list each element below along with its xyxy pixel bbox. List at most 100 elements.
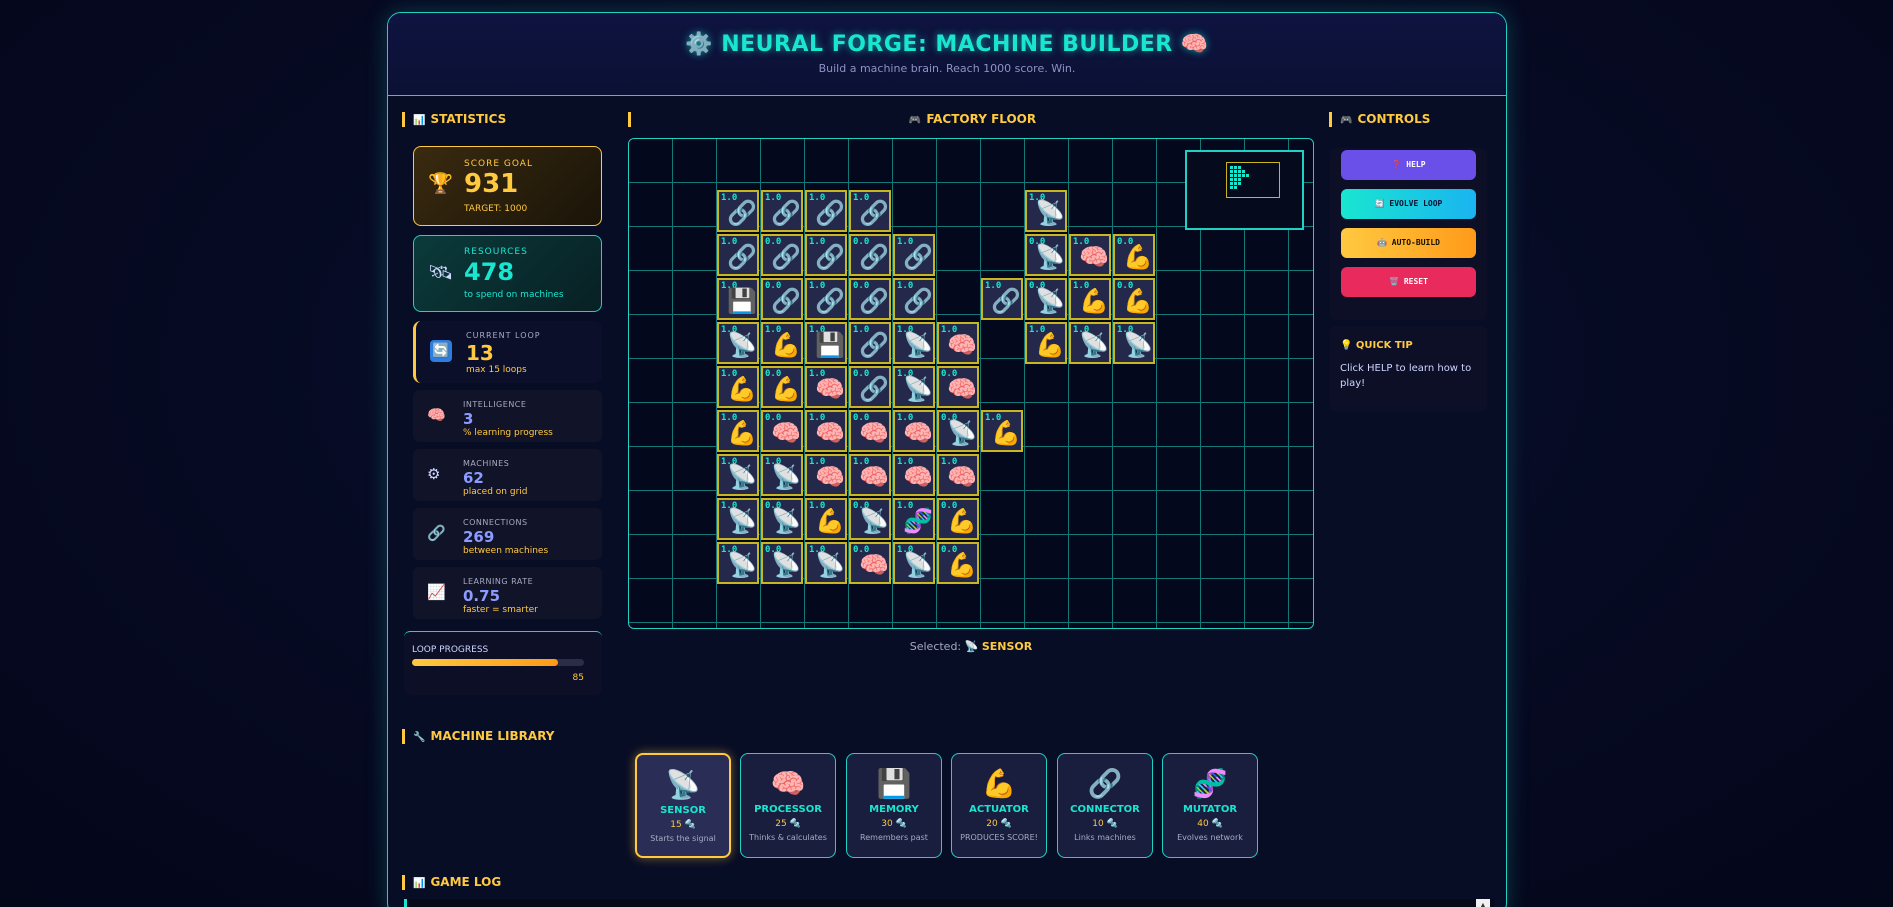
chart-icon: 📊 (413, 115, 426, 126)
grid-machine-sensor[interactable]: 1.0 📡 (893, 322, 935, 364)
grid-machine-memory[interactable]: 1.0 💾 (805, 322, 847, 364)
grid-machine-sensor[interactable]: 0.0 📡 (937, 410, 979, 452)
grid-machine-connector[interactable]: 1.0 🔗 (805, 190, 847, 232)
grid-machine-processor[interactable]: 1.0 🧠 (805, 410, 847, 452)
sensor-icon: 📡 (771, 507, 801, 535)
grid-machine-sensor[interactable]: 0.0 📡 (761, 542, 803, 584)
processor-icon: 🧠 (947, 375, 977, 403)
grid-machine-sensor[interactable]: 1.0 📡 (1113, 322, 1155, 364)
library-connector[interactable]: 🔗 CONNECTOR 10 🔩 Links machines (1057, 753, 1153, 858)
reset-button[interactable]: 🗑️ RESET (1341, 267, 1476, 297)
grid-machine-actuator[interactable]: 1.0 💪 (805, 498, 847, 540)
grid-machine-actuator[interactable]: 0.0 💪 (937, 542, 979, 584)
library-mutator-name: MUTATOR (1182, 804, 1238, 815)
grid-machine-connector[interactable]: 0.0 🔗 (849, 278, 891, 320)
grid-machine-processor[interactable]: 1.0 🧠 (893, 410, 935, 452)
grid-machine-connector[interactable]: 1.0 🔗 (893, 234, 935, 276)
grid-machine-connector[interactable]: 1.0 🔗 (805, 234, 847, 276)
grid-machine-processor[interactable]: 1.0 🧠 (937, 322, 979, 364)
grid-machine-actuator[interactable]: 1.0 💪 (1025, 322, 1067, 364)
library-sensor[interactable]: 📡 SENSOR 15 🔩 Starts the signal (635, 753, 731, 858)
grid-machine-processor[interactable]: 0.0 🧠 (849, 542, 891, 584)
sensor-icon: 📡 (727, 551, 757, 579)
evolve-loop-button[interactable]: 🔄 EVOLVE LOOP (1341, 189, 1476, 219)
grid-machine-sensor[interactable]: 1.0 📡 (805, 542, 847, 584)
intelligence-sub: % learning progress (463, 428, 553, 438)
minimap-dot (1234, 182, 1237, 185)
minimap-dot (1230, 170, 1233, 173)
grid-machine-processor[interactable]: 1.0 🧠 (805, 366, 847, 408)
minimap-dot (1242, 174, 1245, 177)
grid-machine-sensor[interactable]: 1.0 📡 (717, 454, 759, 496)
minimap[interactable] (1185, 150, 1304, 230)
minimap-viewport[interactable] (1226, 162, 1280, 198)
grid-machine-sensor[interactable]: 0.0 📡 (1025, 278, 1067, 320)
grid-machine-processor[interactable]: 1.0 🧠 (893, 454, 935, 496)
grid-machine-processor[interactable]: 0.0 🧠 (937, 366, 979, 408)
chart-up-icon: 📈 (427, 583, 446, 601)
grid-machine-sensor[interactable]: 1.0 📡 (1025, 190, 1067, 232)
tip-heading: 💡 QUICK TIP (1340, 340, 1413, 351)
grid-machine-actuator[interactable]: 1.0 💪 (981, 410, 1023, 452)
grid-machine-actuator[interactable]: 0.0 💪 (1113, 234, 1155, 276)
link-icon: 🔗 (1087, 767, 1123, 800)
intelligence-value: 3 (463, 410, 474, 428)
grid-machine-connector[interactable]: 1.0 🔗 (805, 278, 847, 320)
grid-machine-connector[interactable]: 0.0 🔗 (761, 278, 803, 320)
grid-machine-actuator[interactable]: 1.0 💪 (717, 366, 759, 408)
grid-machine-connector[interactable]: 1.0 🔗 (717, 190, 759, 232)
grid-machine-actuator[interactable]: 0.0 💪 (937, 498, 979, 540)
grid-machine-actuator[interactable]: 0.0 💪 (1113, 278, 1155, 320)
grid-machine-connector[interactable]: 1.0 🔗 (849, 322, 891, 364)
library-memory-cost: 30 🔩 (881, 819, 907, 829)
grid-machine-sensor[interactable]: 0.0 📡 (761, 498, 803, 540)
sensor-icon: 📡 (727, 507, 757, 535)
grid-machine-connector[interactable]: 1.0 🔗 (893, 278, 935, 320)
factory-grid[interactable]: 1.0 🔗 1.0 🔗 1.0 🔗 1.0 🔗 1.0 📡 1.0 🔗 0.0 🔗 1.0 🔗 0.0 🔗 1.0 🔗… (628, 138, 1314, 629)
grid-machine-connector[interactable]: 1.0 🔗 (717, 234, 759, 276)
grid-machine-processor[interactable]: 1.0 🧠 (849, 454, 891, 496)
library-mutator[interactable]: 🧬 MUTATOR 40 🔩 Evolves network (1162, 753, 1258, 858)
grid-machine-actuator[interactable]: 1.0 💪 (761, 322, 803, 364)
grid-machine-sensor[interactable]: 1.0 📡 (717, 498, 759, 540)
actuator-icon: 💪 (727, 419, 757, 447)
grid-machine-sensor[interactable]: 1.0 📡 (761, 454, 803, 496)
grid-machine-connector[interactable]: 0.0 🔗 (849, 234, 891, 276)
grid-machine-connector[interactable]: 0.0 🔗 (849, 366, 891, 408)
grid-machine-connector[interactable]: 1.0 🔗 (761, 190, 803, 232)
scrollbar-up-arrow[interactable]: ▲ (1476, 899, 1490, 907)
grid-machine-processor[interactable]: 0.0 🧠 (761, 410, 803, 452)
grid-machine-sensor[interactable]: 1.0 📡 (717, 322, 759, 364)
connector-icon: 🔗 (859, 331, 889, 359)
grid-machine-actuator[interactable]: 1.0 💪 (1069, 278, 1111, 320)
grid-machine-mutator[interactable]: 1.0 🧬 (893, 498, 935, 540)
library-memory[interactable]: 💾 MEMORY 30 🔩 Remembers past (846, 753, 942, 858)
grid-machine-actuator[interactable]: 1.0 💪 (717, 410, 759, 452)
grid-machine-processor[interactable]: 1.0 🧠 (937, 454, 979, 496)
grid-machine-memory[interactable]: 1.0 💾 (717, 278, 759, 320)
grid-machine-actuator[interactable]: 0.0 💪 (761, 366, 803, 408)
quick-tip-panel: 💡 QUICK TIP Click HELP to learn how to p… (1330, 326, 1487, 412)
grid-machine-sensor[interactable]: 1.0 📡 (1069, 322, 1111, 364)
grid-machine-processor[interactable]: 1.0 🧠 (805, 454, 847, 496)
library-processor[interactable]: 🧠 PROCESSOR 25 🔩 Thinks & calculates (740, 753, 836, 858)
grid-machine-processor[interactable]: 0.0 🧠 (849, 410, 891, 452)
actuator-icon: 💪 (727, 375, 757, 403)
chart-icon: 📊 (413, 878, 426, 889)
grid-machine-sensor[interactable]: 0.0 📡 (849, 498, 891, 540)
auto-build-button[interactable]: 🤖 AUTO-BUILD (1341, 228, 1476, 258)
grid-machine-sensor[interactable]: 1.0 📡 (717, 542, 759, 584)
grid-machine-connector[interactable]: 1.0 🔗 (849, 190, 891, 232)
processor-icon: 🧠 (859, 463, 889, 491)
connector-icon: 🔗 (815, 287, 845, 315)
minimap-dot (1230, 182, 1233, 185)
help-button[interactable]: ❓ HELP (1341, 150, 1476, 180)
grid-machine-sensor[interactable]: 0.0 📡 (1025, 234, 1067, 276)
grid-machine-connector[interactable]: 1.0 🔗 (981, 278, 1023, 320)
grid-machine-connector[interactable]: 0.0 🔗 (761, 234, 803, 276)
grid-machine-processor[interactable]: 1.0 🧠 (1069, 234, 1111, 276)
library-actuator[interactable]: 💪 ACTUATOR 20 🔩 PRODUCES SCORE! (951, 753, 1047, 858)
grid-machine-sensor[interactable]: 1.0 📡 (893, 542, 935, 584)
grid-machine-sensor[interactable]: 1.0 📡 (893, 366, 935, 408)
processor-icon: 🧠 (815, 463, 845, 491)
